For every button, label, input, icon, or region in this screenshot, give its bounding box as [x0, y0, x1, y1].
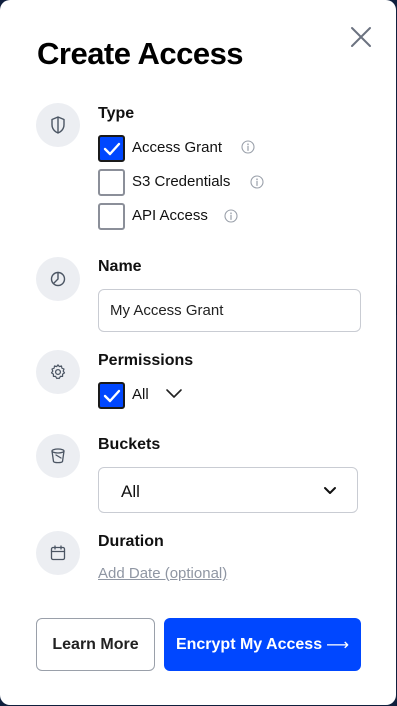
checkmark-icon	[103, 142, 120, 155]
s3-credentials-checkbox[interactable]	[98, 169, 125, 196]
type-section-icon-circle	[36, 103, 80, 147]
type-label: Type	[98, 105, 135, 122]
duration-label: Duration	[98, 533, 164, 550]
permissions-all-label: All	[132, 386, 149, 403]
permissions-section-icon-circle	[36, 350, 80, 394]
checkmark-icon	[103, 389, 120, 402]
name-label: Name	[98, 258, 142, 275]
info-icon[interactable]	[250, 175, 264, 189]
info-icon[interactable]	[241, 140, 255, 154]
name-input[interactable]	[98, 289, 361, 332]
buckets-select[interactable]: All	[98, 467, 358, 513]
add-date-link[interactable]: Add Date (optional)	[98, 565, 227, 582]
chevron-down-icon	[324, 487, 336, 494]
learn-more-label: Learn More	[52, 635, 139, 653]
duration-section-icon-circle	[36, 531, 80, 575]
buckets-label: Buckets	[98, 436, 161, 453]
api-access-label: API Access	[132, 207, 208, 224]
dialog-title: Create Access	[37, 36, 244, 71]
arrow-right-icon: ⟶	[326, 636, 350, 654]
encrypt-my-access-button[interactable]: Encrypt My Access ⟶	[164, 618, 361, 671]
gear-icon	[50, 364, 66, 380]
encrypt-label: Encrypt My Access	[175, 635, 323, 653]
buckets-selected-value: All	[121, 482, 140, 501]
permissions-all-checkbox[interactable]	[98, 382, 125, 409]
learn-more-button[interactable]: Learn More	[36, 618, 155, 671]
info-icon[interactable]	[224, 209, 238, 223]
shield-icon	[51, 116, 65, 134]
access-grant-checkbox[interactable]	[98, 135, 125, 162]
calendar-icon	[50, 545, 66, 561]
permissions-label: Permissions	[98, 352, 194, 369]
api-access-checkbox[interactable]	[98, 203, 125, 230]
buckets-section-icon-circle	[36, 434, 80, 478]
close-icon[interactable]	[348, 24, 374, 50]
access-grant-label: Access Grant	[132, 139, 223, 156]
bucket-icon	[51, 448, 65, 464]
create-access-dialog: Create Access Type Access Grant S3 Crede…	[0, 0, 396, 705]
chevron-down-icon[interactable]	[164, 386, 184, 402]
name-section-icon-circle	[36, 257, 80, 301]
pie-chart-icon	[50, 271, 66, 287]
s3-credentials-label: S3 Credentials	[132, 173, 231, 190]
